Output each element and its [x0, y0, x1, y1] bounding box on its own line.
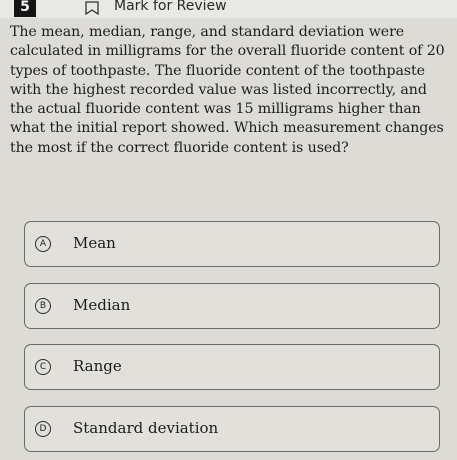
choice-letter-c: C — [35, 359, 51, 375]
choice-text-a: Mean — [73, 234, 116, 252]
answer-choice-c[interactable]: C Range — [24, 344, 440, 390]
answer-choices: A Mean B Median C Range D Standard devia… — [0, 0, 457, 460]
choice-text-d: Standard deviation — [73, 419, 219, 437]
choice-letter-d: D — [35, 421, 51, 437]
answer-choice-a[interactable]: A Mean — [24, 221, 440, 267]
choice-letter-a: A — [35, 236, 51, 252]
answer-choice-d[interactable]: D Standard deviation — [24, 406, 440, 452]
choice-text-b: Median — [73, 296, 131, 314]
choice-letter-b: B — [35, 298, 51, 314]
choice-text-c: Range — [73, 357, 122, 375]
answer-choice-b[interactable]: B Median — [24, 283, 440, 329]
